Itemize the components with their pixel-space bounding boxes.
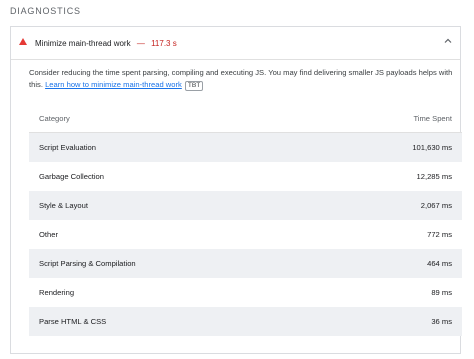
learn-more-link[interactable]: Learn how to minimize main-thread work: [45, 80, 182, 89]
audit-header[interactable]: Minimize main-thread work — 117.3 s: [11, 27, 460, 60]
row-time: 464 ms: [427, 259, 452, 268]
audit-display-value: 117.3 s: [151, 39, 177, 48]
audit-description: Consider reducing the time spent parsing…: [29, 67, 461, 91]
table-row: Script Parsing & Compilation 464 ms: [29, 249, 462, 278]
table-row: Script Evaluation 101,630 ms: [29, 132, 462, 162]
table-row: Parse HTML & CSS 36 ms: [29, 307, 462, 336]
main-thread-table: Category Time Spent Script Evaluation 10…: [29, 104, 462, 336]
row-time: 89 ms: [431, 288, 452, 297]
audit-title-group: Minimize main-thread work — 117.3 s: [35, 39, 177, 48]
warning-triangle-icon: [19, 38, 27, 45]
table-row: Rendering 89 ms: [29, 278, 462, 307]
section-title: DIAGNOSTICS: [10, 6, 81, 16]
column-header-time: Time Spent: [413, 113, 452, 123]
chevron-up-icon[interactable]: [444, 37, 452, 45]
row-category: Style & Layout: [39, 201, 88, 210]
row-category: Parse HTML & CSS: [39, 317, 107, 326]
row-category: Garbage Collection: [39, 172, 105, 181]
table-header-row: Category Time Spent: [29, 104, 462, 133]
column-header-category: Category: [39, 113, 70, 123]
tbt-badge: TBT: [184, 81, 204, 91]
row-time: 36 ms: [431, 317, 452, 326]
audit-panel: Minimize main-thread work — 117.3 s Cons…: [10, 26, 462, 354]
row-category: Script Parsing & Compilation: [39, 259, 136, 268]
row-category: Other: [39, 230, 58, 239]
row-category: Rendering: [39, 288, 75, 297]
row-category: Script Evaluation: [39, 143, 96, 152]
table-row: Other 772 ms: [29, 220, 462, 249]
row-time: 101,630 ms: [412, 143, 452, 152]
row-time: 2,067 ms: [420, 201, 452, 210]
table-row: Garbage Collection 12,285 ms: [29, 162, 462, 191]
row-time: 772 ms: [427, 230, 452, 239]
row-time: 12,285 ms: [416, 172, 452, 181]
audit-separator: —: [136, 39, 145, 48]
audit-title: Minimize main-thread work: [35, 39, 131, 48]
table-row: Style & Layout 2,067 ms: [29, 191, 462, 220]
